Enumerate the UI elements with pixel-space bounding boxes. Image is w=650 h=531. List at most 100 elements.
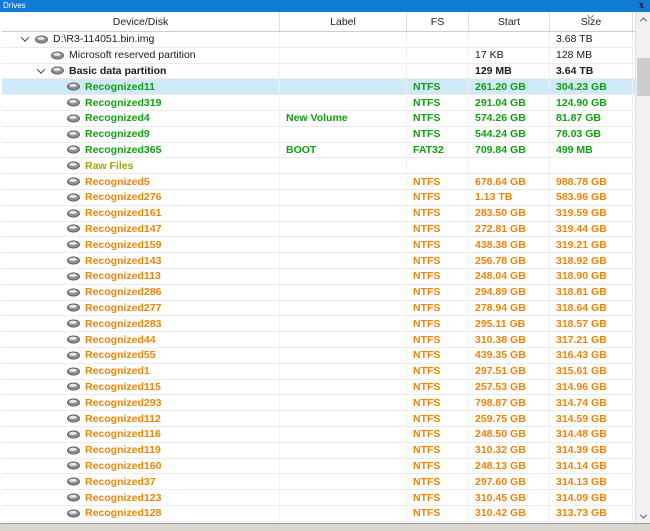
disk-icon	[67, 288, 80, 297]
table-row[interactable]: Recognized319 NTFS 291.04 GB 124.90 GB	[2, 95, 635, 111]
device-name: D:\R3-114051.bin.img	[53, 33, 155, 46]
table-row[interactable]: Recognized4 New Volume NTFS 574.26 GB 81.87 …	[2, 110, 635, 127]
device-name: Recognized293	[85, 396, 162, 409]
fs-cell: NTFS	[407, 79, 469, 95]
size-cell: 318.90 GB	[550, 268, 633, 284]
start-cell: 438.38 GB	[469, 237, 550, 253]
table-row[interactable]: Recognized159 NTFS 438.38 GB 319.21 GB	[2, 237, 635, 254]
fs-cell: NTFS	[407, 300, 469, 316]
table-row[interactable]: Recognized143 NTFS 256.78 GB 318.92 GB	[2, 253, 635, 269]
table-row[interactable]: D:\R3-114051.bin.img 3.68 TB	[2, 32, 635, 48]
table-row[interactable]: Raw Files	[2, 158, 635, 175]
device-name: Recognized365	[85, 143, 162, 156]
device-name: Recognized115	[85, 380, 161, 393]
start-cell: 574.26 GB	[469, 110, 550, 126]
table-row[interactable]: Recognized44 NTFS 310.38 GB 317.21 GB	[2, 332, 635, 348]
device-cell: Recognized128	[2, 505, 280, 521]
start-cell: 248.04 GB	[469, 268, 550, 284]
device-name: Recognized5	[85, 175, 150, 188]
device-name: Recognized4	[85, 112, 150, 125]
size-cell: 314.59 GB	[550, 411, 633, 426]
label-cell	[280, 158, 407, 174]
label-cell	[280, 189, 407, 205]
table-row[interactable]: Recognized119 NTFS 310.32 GB 314.39 GB	[2, 442, 635, 459]
size-cell: 583.96 GB	[550, 189, 633, 205]
column-header-label: Start	[497, 15, 521, 28]
table-row[interactable]: Recognized277 NTFS 278.94 GB 318.64 GB	[2, 300, 635, 317]
start-cell: 709.84 GB	[469, 142, 550, 158]
table-row[interactable]: Basic data partition 129 MB 3.64 TB	[2, 63, 635, 80]
device-cell: Recognized319	[2, 95, 280, 110]
fs-cell: NTFS	[407, 458, 469, 474]
device-cell: Raw Files	[2, 158, 280, 174]
table-row[interactable]: Recognized113 NTFS 248.04 GB 318.90 GB	[2, 268, 635, 285]
start-cell	[469, 32, 550, 47]
close-icon[interactable]: x	[639, 1, 644, 11]
column-header-size[interactable]: Size	[550, 12, 633, 31]
size-cell: 319.21 GB	[550, 237, 633, 253]
table-row[interactable]: Recognized147 NTFS 272.81 GB 319.44 GB	[2, 221, 635, 238]
size-cell: 317.21 GB	[550, 332, 633, 347]
disk-icon	[67, 382, 80, 391]
drives-panel: Drives x Device/Disk Label FS Start Size…	[0, 0, 650, 531]
table-row[interactable]: Recognized112 NTFS 259.75 GB 314.59 GB	[2, 411, 635, 427]
device-cell: Recognized143	[2, 253, 280, 268]
table-row[interactable]: Recognized37 NTFS 297.60 GB 314.13 GB	[2, 474, 635, 491]
table-row[interactable]: Recognized161 NTFS 283.50 GB 319.59 GB	[2, 205, 635, 222]
table-row[interactable]: Recognized123 NTFS 310.45 GB 314.09 GB	[2, 490, 635, 506]
table-row[interactable]: Microsoft reserved partition 17 KB 128 MB	[2, 47, 635, 64]
size-cell: 128 MB	[550, 47, 633, 63]
disk-icon	[67, 414, 80, 423]
table-row[interactable]: Recognized276 NTFS 1.13 TB 583.96 GB	[2, 189, 635, 206]
chevron-up-icon	[639, 16, 648, 24]
size-cell: 313.73 GB	[550, 505, 633, 521]
device-cell: Recognized159	[2, 237, 280, 253]
panel-titlebar: Drives x	[0, 0, 650, 12]
scroll-down-button[interactable]	[636, 509, 650, 523]
scroll-up-button[interactable]	[636, 12, 650, 26]
disk-icon	[67, 209, 80, 218]
column-header-label[interactable]: Label	[280, 12, 407, 31]
table-row[interactable]: Recognized9 NTFS 544.24 GB 78.03 GB	[2, 126, 635, 143]
device-cell: Recognized115	[2, 379, 280, 395]
table-row[interactable]: Recognized115 NTFS 257.53 GB 314.96 GB	[2, 379, 635, 396]
disk-icon	[67, 240, 80, 249]
table-row[interactable]: Recognized11 NTFS 261.20 GB 304.23 GB	[2, 79, 635, 96]
label-cell	[280, 411, 407, 426]
size-cell: 78.03 GB	[550, 126, 633, 142]
label-cell	[280, 458, 407, 474]
table-row[interactable]: Recognized128 NTFS 310.42 GB 313.73 GB	[2, 505, 635, 522]
table-row[interactable]: Recognized283 NTFS 295.11 GB 318.57 GB	[2, 316, 635, 333]
column-header-device-disk[interactable]: Device/Disk	[2, 12, 280, 31]
expand-chevron-icon[interactable]	[36, 65, 46, 74]
size-cell	[550, 158, 633, 174]
table-row[interactable]: Recognized160 NTFS 248.13 GB 314.14 GB	[2, 458, 635, 475]
disk-icon	[67, 493, 80, 502]
vertical-scrollbar[interactable]	[635, 12, 650, 523]
column-header-fs[interactable]: FS	[407, 12, 469, 31]
size-cell: 318.92 GB	[550, 253, 633, 268]
table-row[interactable]: Recognized365 BOOT FAT32 709.84 GB 499 MB	[2, 142, 635, 159]
table-row[interactable]: Recognized1 NTFS 297.51 GB 315.61 GB	[2, 363, 635, 380]
table-row[interactable]: Recognized5 NTFS 678.64 GB 988.78 GB	[2, 174, 635, 190]
table-row[interactable]: Recognized293 NTFS 798.87 GB 314.74 GB	[2, 395, 635, 412]
device-name: Recognized9	[85, 128, 150, 141]
device-name: Recognized160	[85, 459, 162, 472]
label-cell	[280, 490, 407, 505]
table-row[interactable]: Recognized286 NTFS 294.89 GB 318.81 GB	[2, 284, 635, 301]
device-cell: Recognized44	[2, 332, 280, 347]
device-cell: Recognized37	[2, 474, 280, 490]
disk-icon	[67, 319, 80, 328]
fs-cell: NTFS	[407, 395, 469, 411]
fs-cell: NTFS	[407, 221, 469, 237]
column-header-start[interactable]: Start	[469, 12, 550, 31]
table-row[interactable]: Recognized55 NTFS 439.35 GB 316.43 GB	[2, 347, 635, 364]
table-row[interactable]: Recognized116 NTFS 248.50 GB 314.48 GB	[2, 426, 635, 443]
scrollbar-thumb[interactable]	[637, 58, 650, 96]
fs-cell: NTFS	[407, 95, 469, 110]
expand-chevron-icon[interactable]	[20, 33, 30, 43]
fs-cell: NTFS	[407, 189, 469, 205]
device-name: Recognized112	[85, 412, 161, 425]
chevron-down-icon	[639, 511, 648, 519]
label-cell	[280, 79, 407, 95]
